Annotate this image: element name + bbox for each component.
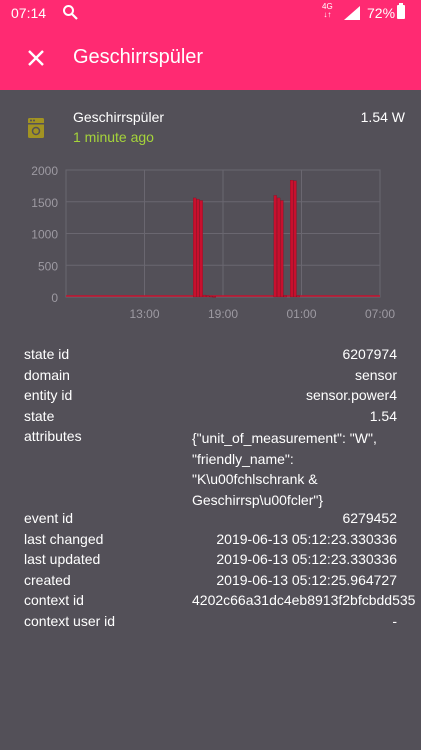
network-indicator: 4G ↓↑ [322, 2, 333, 19]
chart-bar [199, 200, 203, 298]
chart-y-tick-label: 2000 [31, 164, 58, 178]
attr-value: 2019-06-13 05:12:23.330336 [216, 530, 397, 547]
attr-row-last-updated: last updated 2019-06-13 05:12:23.330336 [24, 551, 397, 572]
signal-icon [344, 6, 360, 20]
attributes-table: state id 6207974 domain sensor entity id se… [24, 346, 415, 634]
chart-bar [209, 295, 213, 298]
app-bar: Geschirrspüler [0, 26, 421, 90]
chart-x-tick-label: 01:00 [286, 307, 316, 321]
attr-value: {"unit_of_measurement": "W", "friendly_n… [192, 430, 377, 508]
history-chart[interactable]: 2000 1500 1000 500 0 13:00 19:00 01:00 07:00 [0, 160, 421, 330]
attr-row-domain: domain sensor [24, 367, 397, 388]
attr-row-event-id: event id 6279452 [24, 510, 397, 531]
chart-y-tick-label: 1000 [31, 228, 58, 242]
chart-y-tick-label: 500 [38, 259, 58, 273]
entity-name: Geschirrspüler [73, 109, 165, 125]
battery-level: 72% [367, 5, 396, 21]
chart-x-tick-label: 07:00 [365, 307, 395, 321]
attr-value: 6279452 [342, 510, 397, 526]
dishwasher-icon [28, 118, 44, 138]
chart-bar [293, 180, 297, 298]
chart-y-tick-label: 0 [51, 291, 58, 305]
attr-row-context-user-id: context user id - [24, 613, 397, 634]
chart-bar [193, 197, 197, 298]
attr-key: entity id [24, 387, 73, 403]
chart-bar [212, 296, 216, 298]
entity-last-changed: 1 minute ago [73, 129, 154, 145]
attr-value: sensor [354, 366, 397, 383]
battery-icon [397, 3, 405, 19]
close-icon[interactable] [22, 44, 50, 72]
attr-value: 2019-06-13 05:12:25.964727 [216, 571, 397, 588]
status-bar: 07:14 4G ↓↑ 72% [0, 0, 421, 26]
page-title: Geschirrspüler [73, 46, 204, 68]
attr-key: created [24, 571, 71, 588]
attr-row-state-id: state id 6207974 [24, 346, 397, 367]
attr-row-state: state 1.54 [24, 408, 397, 429]
chart-bar [296, 295, 300, 298]
chart-bar [276, 197, 281, 298]
entity-state-value: 1.54 W [360, 109, 405, 125]
attr-key: domain [24, 366, 70, 383]
attr-value: 6207974 [342, 346, 397, 362]
chart-x-tick-label: 19:00 [208, 307, 238, 321]
attr-row-created: created 2019-06-13 05:12:25.964727 [24, 572, 397, 593]
status-time: 07:14 [11, 5, 47, 21]
attr-value: 2019-06-13 05:12:23.330336 [216, 551, 397, 567]
chart-bar [196, 199, 200, 298]
chart-bar [280, 200, 284, 298]
chart-bar [202, 294, 207, 298]
chart-bar [283, 295, 287, 298]
attr-key: attributes [24, 428, 82, 444]
attr-key: state [24, 407, 55, 424]
attr-row-entity-id: entity id sensor.power4 [24, 387, 397, 408]
attr-value: sensor.power4 [305, 387, 397, 403]
chart-bar [290, 180, 294, 298]
attr-value: - [392, 612, 397, 629]
attr-key: event id [24, 510, 74, 526]
attr-key: last changed [24, 530, 104, 547]
attr-row-last-changed: last changed 2019-06-13 05:12:23.330336 [24, 531, 397, 552]
attr-key: context user id [24, 612, 116, 629]
attr-row-context-id: context id 4202c66a31dc4eb8913f2bfcbdd535 [24, 592, 415, 613]
attr-key: state id [24, 346, 70, 362]
chart-y-tick-label: 1500 [31, 196, 58, 210]
chart-x-tick-label: 13:00 [129, 307, 159, 321]
search-icon [63, 5, 78, 20]
chart-bar [273, 195, 277, 298]
attr-value: 1.54 [369, 407, 397, 424]
attr-key: last updated [24, 551, 101, 567]
attr-row-attributes: attributes {"unit_of_measurement": "W", "… [24, 428, 397, 510]
attr-value: 4202c66a31dc4eb8913f2bfcbdd535 [192, 592, 416, 608]
attr-key: context id [24, 592, 84, 608]
chart-bar [206, 295, 210, 298]
network-label: 4G [322, 2, 333, 11]
